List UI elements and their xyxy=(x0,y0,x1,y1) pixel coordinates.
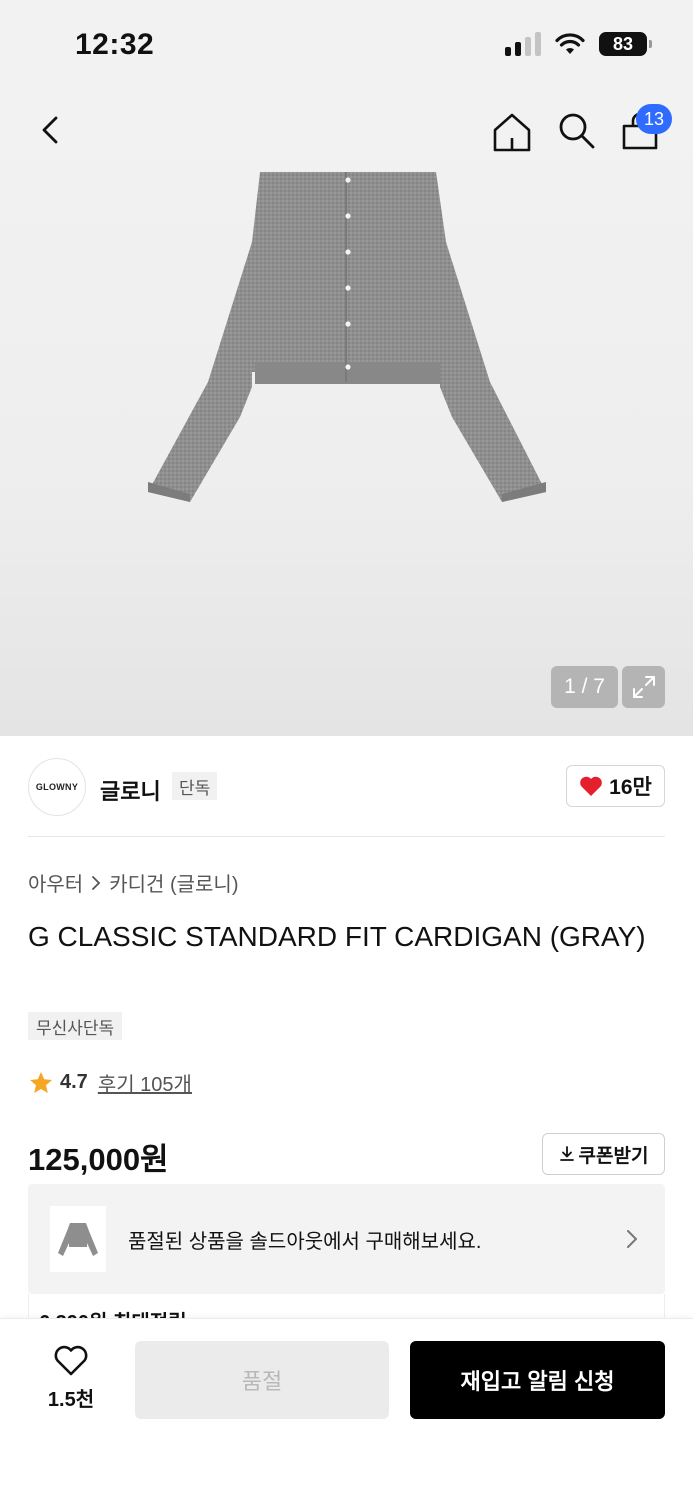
breadcrumb-subcategory[interactable]: 카디건 (글로니) xyxy=(109,868,238,897)
breadcrumb: 아우터 카디건 (글로니) xyxy=(28,868,238,897)
chevron-left-icon[interactable] xyxy=(34,110,70,150)
cart-count-badge: 13 xyxy=(636,104,672,134)
breadcrumb-category[interactable]: 아우터 xyxy=(28,868,83,897)
heart-outline-icon xyxy=(54,1345,88,1376)
status-time: 12:32 xyxy=(75,28,155,61)
search-icon[interactable] xyxy=(556,110,596,150)
soldout-banner-text: 품절된 상품을 솔드아웃에서 구매해보세요. xyxy=(128,1231,482,1253)
brand-name[interactable]: 글로니 xyxy=(100,774,161,806)
brand-exclusive-tag: 단독 xyxy=(172,772,218,800)
chevron-right-icon xyxy=(627,1230,637,1248)
product-title: G CLASSIC STANDARD FIT CARDIGAN (GRAY) xyxy=(28,921,646,952)
download-icon xyxy=(559,1146,574,1161)
cellular-signal-icon xyxy=(505,32,541,56)
brand-like-button[interactable]: 16만 xyxy=(566,765,665,807)
rating-row: 4.7 후기 105개 xyxy=(28,1068,192,1097)
coupon-button[interactable]: 쿠폰받기 xyxy=(542,1133,665,1175)
soldout-banner[interactable]: 품절된 상품을 솔드아웃에서 구매해보세요. xyxy=(28,1184,665,1294)
cardigan-thumbnail-image xyxy=(58,1223,98,1256)
restock-alert-button[interactable]: 재입고 알림 신청 xyxy=(410,1341,665,1419)
brand-like-count: 16만 xyxy=(609,776,652,799)
battery-level: 83 xyxy=(612,33,634,54)
bottom-action-bar: 1.5천 품절 재입고 알림 신청 xyxy=(0,1318,693,1500)
reviews-link[interactable]: 후기 105개 xyxy=(98,1068,192,1097)
exclusive-tag: 무신사단독 xyxy=(28,1012,123,1040)
coupon-label: 쿠폰받기 xyxy=(578,1145,649,1167)
home-icon[interactable] xyxy=(490,110,534,154)
heart-filled-icon xyxy=(580,776,602,796)
chevron-right-icon xyxy=(92,875,101,890)
expand-button[interactable] xyxy=(622,666,665,708)
brand-row: GLOWNY 글로니 단독 16만 xyxy=(0,736,693,836)
product-price: 125,000원 xyxy=(28,1142,169,1177)
soldout-button[interactable]: 품절 xyxy=(135,1341,389,1419)
soldout-thumbnail xyxy=(50,1206,106,1272)
brand-logo[interactable]: GLOWNY xyxy=(28,758,86,816)
product-image[interactable] xyxy=(130,172,570,512)
expand-icon xyxy=(632,676,655,698)
wifi-icon xyxy=(555,33,585,54)
star-icon xyxy=(30,1071,52,1093)
battery-icon: 83 xyxy=(599,32,652,56)
gallery-pager: 1 / 7 xyxy=(551,666,618,708)
wishlist-count: 1.5천 xyxy=(47,1389,95,1411)
rating-value: 4.7 xyxy=(60,1071,88,1093)
divider xyxy=(28,836,665,837)
product-gallery[interactable]: 13 1 / 7 xyxy=(0,92,693,736)
status-bar: 12:32 83 xyxy=(0,0,693,92)
wishlist-button[interactable]: 1.5천 xyxy=(30,1345,112,1415)
status-icons: 83 xyxy=(505,32,652,56)
